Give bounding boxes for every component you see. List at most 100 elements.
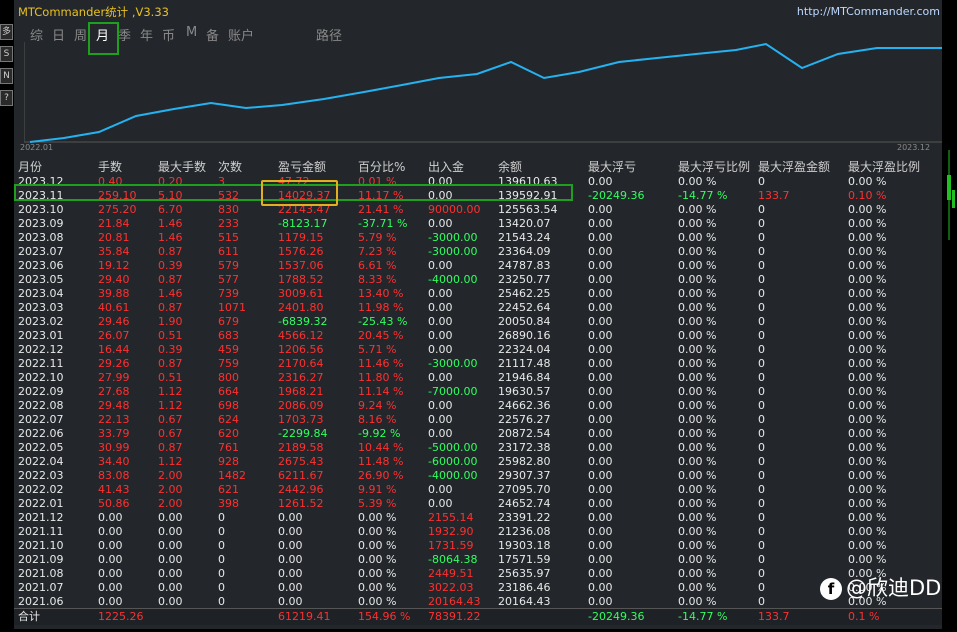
- column-header[interactable]: 最大手数: [158, 159, 206, 175]
- table-cell: 0.87: [158, 441, 183, 454]
- table-cell: 0: [758, 343, 765, 356]
- table-cell: 23250.77: [498, 273, 551, 286]
- table-cell: 133.7: [758, 189, 790, 202]
- column-header[interactable]: 最大浮盈比例: [848, 159, 920, 175]
- table-cell: 2675.43: [278, 455, 324, 468]
- table-row[interactable]: 2023.09 21.84 1.46 233 -8123.17 -37.71 % 0.00 1…: [14, 217, 942, 231]
- table-cell: 50.86: [98, 497, 130, 510]
- table-cell: 0.00: [588, 511, 613, 524]
- table-cell: 664: [218, 385, 239, 398]
- table-row[interactable]: 2022.05 30.99 0.87 761 2189.58 10.44 % -5000.0…: [14, 441, 942, 455]
- table-row[interactable]: 2023.04 39.88 1.46 739 3009.61 13.40 % 0.00 254…: [14, 287, 942, 301]
- table-cell: 8.16 %: [358, 413, 397, 426]
- table-row[interactable]: 2022.07 22.13 0.67 624 1703.73 8.16 % 0.00 2257…: [14, 413, 942, 427]
- table-row[interactable]: 2022.04 34.40 1.12 928 2675.43 11.48 % -6000.0…: [14, 455, 942, 469]
- table-row[interactable]: 2021.12 0.00 0.00 0 0.00 0.00 % 2155.14 23391.2…: [14, 511, 942, 525]
- table-cell: 0.00: [428, 301, 453, 314]
- table-row[interactable]: 2021.06 0.00 0.00 0 0.00 0.00 % 20164.43 20164.…: [14, 595, 942, 609]
- table-cell: 11.48 %: [358, 455, 404, 468]
- table-cell: 0.00 %: [678, 525, 717, 538]
- side-button-2[interactable]: N: [0, 68, 13, 84]
- table-row[interactable]: 2021.07 0.00 0.00 0 0.00 0.00 % 3022.03 23186.4…: [14, 581, 942, 595]
- column-header[interactable]: 盈亏金额: [278, 159, 326, 175]
- table-row[interactable]: 2022.12 16.44 0.39 459 1206.56 5.71 % 0.00 2232…: [14, 343, 942, 357]
- column-header[interactable]: 手数: [98, 159, 122, 175]
- table-row[interactable]: 2023.05 29.40 0.87 577 1788.52 8.33 % -4000.00…: [14, 273, 942, 287]
- table-cell: 125563.54: [498, 203, 558, 216]
- table-row[interactable]: 2022.03 83.08 2.00 1482 6211.67 26.90 % -4000.…: [14, 469, 942, 483]
- table-cell: 2023.01: [18, 329, 64, 342]
- table-cell: 0.67: [158, 427, 183, 440]
- table-row[interactable]: 2023.06 19.12 0.39 579 1537.06 6.61 % 0.00 2478…: [14, 259, 942, 273]
- table-cell: 0.51: [158, 371, 183, 384]
- column-header[interactable]: 次数: [218, 159, 242, 175]
- table-row[interactable]: 2021.08 0.00 0.00 0 0.00 0.00 % 2449.51 25635.9…: [14, 567, 942, 581]
- title-bar: MTCommander统计 ,V3.33 http://MTCommander.…: [14, 0, 942, 22]
- table-cell: 0.00: [98, 525, 123, 538]
- table-cell: 0.00 %: [848, 553, 887, 566]
- table-cell: 24652.74: [498, 497, 551, 510]
- table-cell: 4566.12: [278, 329, 324, 342]
- table-row[interactable]: 2023.08 20.81 1.46 515 1179.15 5.79 % -3000.00…: [14, 231, 942, 245]
- column-header[interactable]: 最大浮亏比例: [678, 159, 750, 175]
- tab-7[interactable]: M: [186, 25, 197, 40]
- table-row[interactable]: 2021.10 0.00 0.00 0 0.00 0.00 % 1731.59 19303.1…: [14, 539, 942, 553]
- table-cell: 0.51: [158, 329, 183, 342]
- table-cell: 22.13: [98, 413, 130, 426]
- table-cell: 25982.80: [498, 455, 551, 468]
- table-row[interactable]: 2022.06 33.79 0.67 620 -2299.84 -9.92 % 0.00 20…: [14, 427, 942, 441]
- table-row[interactable]: 2023.10 275.20 6.70 830 22143.47 21.41 % 90000…: [14, 203, 942, 217]
- column-header[interactable]: 最大浮亏: [588, 159, 636, 175]
- table-row[interactable]: 2022.10 27.99 0.51 800 2316.27 11.80 % 0.00 219…: [14, 371, 942, 385]
- side-button-1[interactable]: S: [0, 46, 13, 62]
- column-header[interactable]: 余额: [498, 159, 522, 175]
- table-cell: 0.00 %: [848, 273, 887, 286]
- table-cell: 2.00: [158, 483, 183, 496]
- table-cell: 611: [218, 245, 239, 258]
- side-button-3[interactable]: ?: [0, 90, 13, 106]
- table-cell: -4000.00: [428, 469, 478, 482]
- table-cell: 39.88: [98, 287, 130, 300]
- table-row[interactable]: 2021.09 0.00 0.00 0 0.00 0.00 % -8064.38 17571.…: [14, 553, 942, 567]
- column-header[interactable]: 百分比%: [358, 159, 405, 175]
- app-url-link[interactable]: http://MTCommander.com: [797, 5, 940, 18]
- table-cell: 0.00 %: [678, 483, 717, 496]
- table-row[interactable]: 2023.03 40.61 0.87 1071 2401.80 11.98 % 0.00 22…: [14, 301, 942, 315]
- table-row[interactable]: 2021.11 0.00 0.00 0 0.00 0.00 % 1932.90 21236.0…: [14, 525, 942, 539]
- side-button-0[interactable]: 多: [0, 24, 13, 40]
- table-row[interactable]: 2022.01 50.86 2.00 398 1261.52 5.39 % 0.00 2465…: [14, 497, 942, 511]
- table-row[interactable]: 2023.07 35.84 0.87 611 1576.26 7.23 % -3000.00…: [14, 245, 942, 259]
- table-cell: 0: [758, 301, 765, 314]
- table-row[interactable]: 2022.11 29.26 0.87 759 2170.64 11.46 % -3000.0…: [14, 357, 942, 371]
- table-cell: 679: [218, 315, 239, 328]
- table-cell: 0.00: [428, 399, 453, 412]
- table-cell: 1703.73: [278, 413, 324, 426]
- table-cell: 0.00 %: [678, 427, 717, 440]
- table-cell: 0.00 %: [848, 301, 887, 314]
- table-cell: 0.00: [278, 581, 303, 594]
- table-cell: 2023.08: [18, 231, 64, 244]
- table-cell: 2449.51: [428, 567, 474, 580]
- table-cell: 21946.84: [498, 371, 551, 384]
- table-row[interactable]: 2022.02 41.43 2.00 621 2442.96 9.91 % 0.00 2709…: [14, 483, 942, 497]
- table-cell: 0.00 %: [678, 287, 717, 300]
- table-cell: 3022.03: [428, 581, 474, 594]
- table-cell: 515: [218, 231, 239, 244]
- table-cell: 0.00 %: [848, 217, 887, 230]
- table-row[interactable]: 2022.09 27.68 1.12 664 1968.21 11.14 % -7000.0…: [14, 385, 942, 399]
- table-cell: 0.00 %: [358, 567, 397, 580]
- table-cell: 0.00 %: [358, 539, 397, 552]
- table-cell: 0: [218, 567, 225, 580]
- table-cell: 22324.04: [498, 343, 551, 356]
- table-cell: 0.00 %: [358, 553, 397, 566]
- table-cell: 27.68: [98, 385, 130, 398]
- table-row[interactable]: 2022.08 29.48 1.12 698 2086.09 9.24 % 0.00 2466…: [14, 399, 942, 413]
- table-row[interactable]: 2023.01 26.07 0.51 683 4566.12 20.45 % 0.00 268…: [14, 329, 942, 343]
- column-header[interactable]: 月份: [18, 159, 42, 175]
- table-row[interactable]: 2023.02 29.46 1.90 679 -6839.32 -25.43 % 0.00 2…: [14, 315, 942, 329]
- table-cell: 0.00: [278, 511, 303, 524]
- table-cell: 0.00: [588, 287, 613, 300]
- column-header[interactable]: 出入金: [428, 159, 464, 175]
- table-cell: 5.39 %: [358, 497, 397, 510]
- column-header[interactable]: 最大浮盈金额: [758, 159, 830, 175]
